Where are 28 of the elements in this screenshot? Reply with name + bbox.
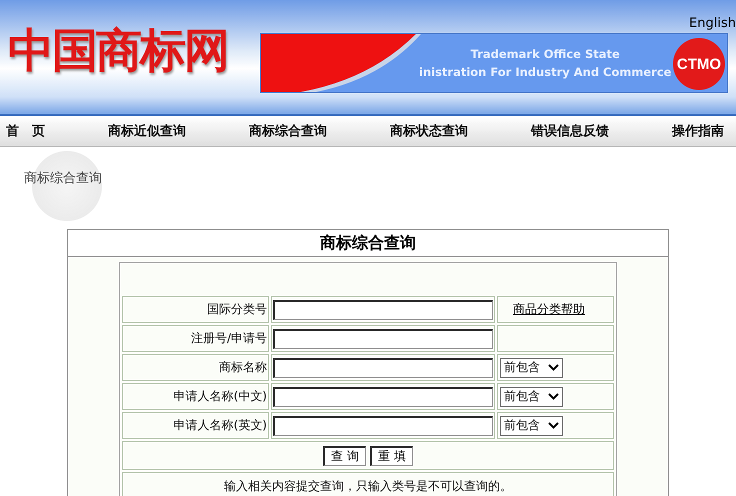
chevron-icon xyxy=(548,364,559,371)
page-heading: 商标综合查询 xyxy=(24,171,102,186)
field-label: 申请人名称(英文) xyxy=(122,412,269,439)
english-link[interactable]: English xyxy=(689,16,736,31)
match-dropdown[interactable]: 前包含 xyxy=(500,386,563,406)
chevron-icon xyxy=(548,393,559,400)
nav-link[interactable]: 错误信息反馈 xyxy=(531,122,609,140)
nav-link[interactable]: 商标近似查询 xyxy=(108,122,186,140)
match-dropdown[interactable]: 前包含 xyxy=(500,358,563,378)
field-label: 申请人名称(中文) xyxy=(122,383,269,410)
field-label: 商标名称 xyxy=(122,354,269,381)
field-label: 注册号/申请号 xyxy=(122,325,269,352)
field-label: 国际分类号 xyxy=(122,296,269,323)
form-title: 商标综合查询 xyxy=(68,230,668,257)
badge-logo: CTMO xyxy=(673,38,725,90)
nav-link[interactable]: 商标状态查询 xyxy=(390,122,468,140)
nav-link[interactable]: 操作指南 xyxy=(672,122,724,140)
hint-text: 输入相关内容提交查询，只输入类号是不可以查询的。 xyxy=(224,478,512,495)
banner-text: inistration For Industry And Commerce xyxy=(419,65,672,79)
form-button[interactable]: 重 填 xyxy=(370,446,413,466)
chevron-icon xyxy=(548,422,559,429)
nav-link[interactable]: 首 页 xyxy=(6,122,45,140)
banner-text: Trademark Office State xyxy=(470,47,620,61)
form-button[interactable]: 查 询 xyxy=(323,446,366,466)
nav-link[interactable]: 商标综合查询 xyxy=(249,122,327,140)
site-logo[interactable]: 中国商标网 xyxy=(0,0,260,114)
match-dropdown[interactable]: 前包含 xyxy=(500,416,563,436)
help-link[interactable]: 商品分类帮助 xyxy=(513,301,585,318)
